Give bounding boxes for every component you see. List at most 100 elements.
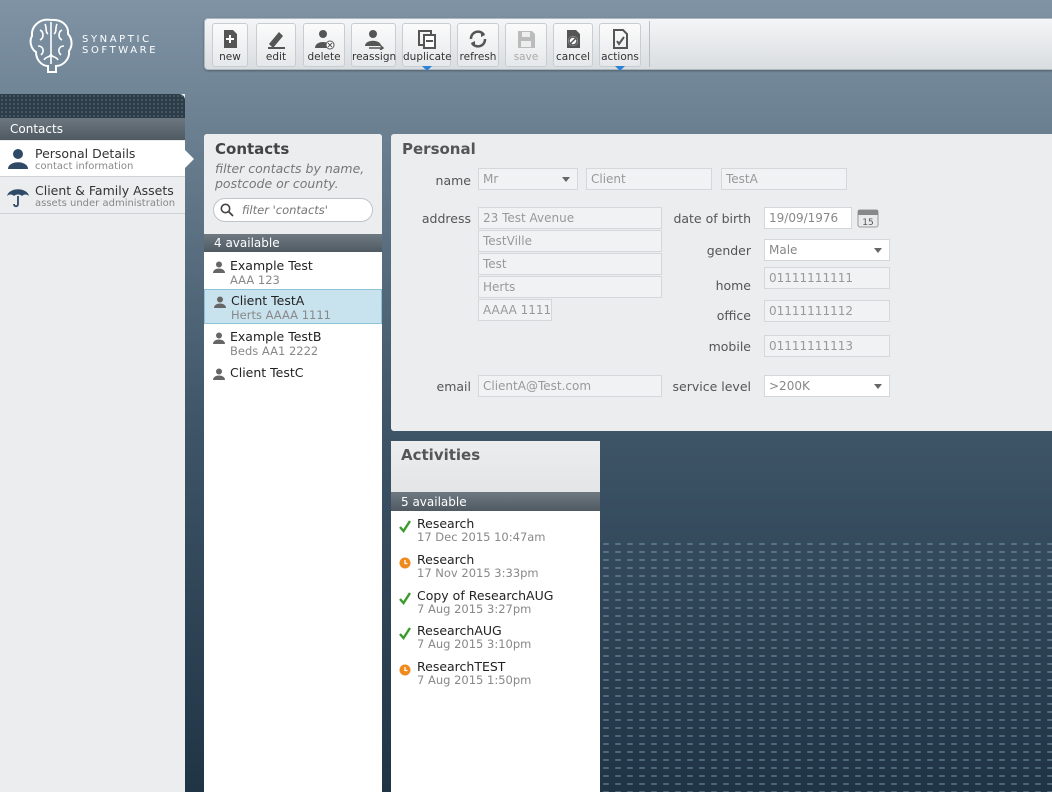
- office-phone-field[interactable]: 01111111112: [764, 300, 890, 322]
- save-button[interactable]: save: [505, 23, 547, 67]
- address-line-3-value: Test: [483, 257, 507, 271]
- last-name-value: TestA: [726, 172, 758, 186]
- activity-date: 17 Dec 2015 10:47am: [417, 530, 546, 544]
- sidebar-item-title: Client & Family Assets: [35, 183, 174, 198]
- home-phone-field[interactable]: 01111111111: [764, 267, 890, 289]
- activity-name: Research: [417, 552, 475, 567]
- activity-date: 17 Nov 2015 3:33pm: [417, 566, 539, 580]
- refresh-icon: [469, 30, 487, 48]
- clock-icon: [399, 557, 411, 569]
- calendar-icon[interactable]: 15: [857, 208, 879, 228]
- chevron-down-icon: [562, 177, 570, 182]
- contact-location: Beds AA1 2222: [230, 344, 319, 358]
- actions-button[interactable]: actions: [599, 23, 641, 71]
- last-name-field[interactable]: TestA: [721, 168, 847, 190]
- activity-date: 7 Aug 2015 1:50pm: [417, 673, 532, 687]
- reassign-person-icon: [364, 30, 384, 50]
- person-icon: [213, 368, 225, 380]
- save-disk-icon: [518, 31, 535, 48]
- background-pattern: [600, 540, 1052, 792]
- activity-name: ResearchTEST: [417, 659, 506, 674]
- contact-name: Example TestB: [230, 329, 322, 344]
- address-line-1-value: 23 Test Avenue: [483, 211, 575, 225]
- contact-name: Client TestC: [230, 365, 304, 380]
- activities-panel: Activities 5 available Research 17 Dec 2…: [391, 441, 600, 792]
- sidebar-item-personal-details[interactable]: Personal Details contact information: [0, 141, 194, 177]
- contact-name: Example Test: [230, 258, 313, 273]
- clock-icon: [399, 664, 411, 676]
- mobile-phone-field[interactable]: 01111111113: [764, 335, 890, 357]
- address-line-4-value: Herts: [483, 280, 516, 294]
- home-label: home: [715, 278, 751, 293]
- activity-name: Copy of ResearchAUG: [417, 588, 554, 603]
- address-line-2-field[interactable]: TestVille: [478, 230, 662, 252]
- check-icon: [399, 627, 411, 640]
- mobile-phone-value: 01111111113: [769, 339, 853, 353]
- brand-line-2: SOFTWARE: [82, 45, 159, 56]
- toolbar-separator: [649, 21, 650, 67]
- cancel-button[interactable]: cancel: [553, 23, 593, 67]
- service-level-select[interactable]: >200K: [764, 375, 890, 397]
- person-icon: [8, 149, 28, 169]
- activity-row[interactable]: ResearchTEST 7 Aug 2015 1:50pm: [391, 659, 600, 693]
- contacts-search-box[interactable]: [213, 198, 373, 222]
- edit-button[interactable]: edit: [256, 23, 296, 67]
- gender-select[interactable]: Male: [764, 239, 890, 261]
- edit-pen-icon: [268, 32, 285, 49]
- chevron-down-icon: [874, 384, 882, 389]
- check-icon: [399, 592, 411, 605]
- contact-location: AAA 123: [230, 273, 280, 287]
- activity-date: 7 Aug 2015 3:27pm: [417, 602, 532, 616]
- new-label: new: [219, 51, 241, 63]
- contact-row[interactable]: Example TestB Beds AA1 2222: [204, 326, 382, 361]
- duplicate-button[interactable]: duplicate: [402, 23, 452, 71]
- address-line-4-field[interactable]: Herts: [478, 276, 662, 298]
- duplicate-icon: [417, 30, 436, 49]
- gender-label: gender: [706, 243, 751, 258]
- reassign-button[interactable]: reassign: [351, 23, 396, 67]
- actions-label: actions: [601, 51, 639, 63]
- postcode-field[interactable]: AAAA 1111: [478, 299, 552, 321]
- contacts-count: 4 available: [204, 234, 382, 252]
- contacts-search-input[interactable]: [242, 202, 367, 218]
- contact-row-selected[interactable]: Client TestA Herts AAAA 1111: [204, 289, 382, 324]
- activity-row[interactable]: Research 17 Nov 2015 3:33pm: [391, 552, 600, 586]
- sidebar: Contacts Personal Details contact inform…: [0, 94, 194, 792]
- edit-label: edit: [265, 51, 287, 63]
- person-icon: [213, 332, 225, 344]
- email-label: email: [436, 379, 471, 394]
- contact-location: Herts AAAA 1111: [231, 308, 331, 322]
- activity-row[interactable]: Copy of ResearchAUG 7 Aug 2015 3:27pm: [391, 588, 600, 622]
- dob-field[interactable]: 19/09/1976: [764, 207, 852, 229]
- activity-row[interactable]: ResearchAUG 7 Aug 2015 3:10pm: [391, 623, 600, 657]
- contact-row[interactable]: Client TestC: [204, 362, 382, 397]
- new-button[interactable]: new: [212, 23, 248, 67]
- sidebar-item-title: Personal Details: [35, 146, 136, 161]
- email-field[interactable]: ClientA@Test.com: [478, 375, 662, 397]
- mobile-label: mobile: [708, 339, 751, 354]
- contact-name: Client TestA: [231, 293, 305, 308]
- office-label: office: [716, 308, 751, 323]
- sidebar-top-band: [0, 94, 185, 118]
- refresh-button[interactable]: refresh: [457, 23, 499, 67]
- actions-icon: [613, 29, 628, 49]
- brain-icon: [29, 18, 73, 73]
- delete-label: delete: [307, 51, 341, 63]
- personal-panel: Personal name Mr Client TestA address 23…: [391, 134, 1052, 431]
- first-name-field[interactable]: Client: [586, 168, 712, 190]
- brand-line-1: SYNAPTIC: [82, 34, 152, 45]
- address-line-1-field[interactable]: 23 Test Avenue: [478, 207, 662, 229]
- gender-value: Male: [769, 243, 798, 257]
- sidebar-item-client-family-assets[interactable]: Client & Family Assets assets under admi…: [0, 178, 185, 214]
- search-icon: [220, 203, 234, 217]
- home-phone-value: 01111111111: [769, 271, 853, 285]
- service-level-label: service level: [672, 379, 751, 394]
- address-line-3-field[interactable]: Test: [478, 253, 662, 275]
- contact-row[interactable]: Example Test AAA 123: [204, 255, 382, 290]
- contacts-title: Contacts: [215, 140, 290, 158]
- salutation-select[interactable]: Mr: [478, 168, 578, 190]
- delete-button[interactable]: delete: [303, 23, 345, 67]
- activities-count: 5 available: [391, 492, 600, 511]
- contacts-panel: Contacts filter contacts by name, postco…: [204, 134, 382, 792]
- activity-row[interactable]: Research 17 Dec 2015 10:47am: [391, 516, 600, 550]
